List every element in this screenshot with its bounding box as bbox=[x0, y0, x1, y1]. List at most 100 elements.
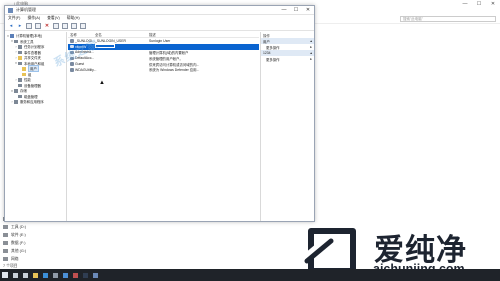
show-console-tree-icon[interactable] bbox=[26, 23, 32, 29]
store-icon[interactable] bbox=[50, 269, 60, 281]
delete-icon[interactable]: ✕ bbox=[44, 23, 50, 29]
submenu-arrow-icon: ▸ bbox=[310, 45, 312, 49]
tree-item-label: 服务和应用程序 bbox=[20, 100, 44, 105]
sidebar-item-label: 工具 (D:) bbox=[11, 224, 26, 229]
tree-item-label: 性能 bbox=[24, 78, 31, 83]
search-icon[interactable] bbox=[10, 269, 20, 281]
actions-section-title: 1234 bbox=[263, 51, 271, 55]
table-row[interactable]: WDAGUtility... 系统为 Windows Defender 应用... bbox=[68, 67, 259, 73]
tree-item-label: 系统工具 bbox=[20, 39, 34, 44]
cell-name-text: Guest bbox=[75, 62, 85, 67]
collapse-arrow-icon: ▴ bbox=[310, 39, 312, 43]
mouse-cursor-icon: ▲ bbox=[99, 80, 105, 86]
terminal-icon[interactable] bbox=[80, 269, 90, 281]
forward-arrow-icon[interactable]: ▸ bbox=[17, 23, 23, 29]
users-icon bbox=[18, 61, 22, 65]
tree-item-label: 组 bbox=[28, 72, 32, 77]
explorer-sidebar-item[interactable]: 其他 (G:) bbox=[0, 247, 70, 255]
mmc-icon[interactable] bbox=[90, 269, 100, 281]
drive-icon bbox=[3, 233, 8, 237]
explorer-sidebar-item[interactable]: 工具 (D:) bbox=[0, 223, 70, 231]
cell-description: 供来宾访问计算机或访问域的内... bbox=[149, 62, 200, 67]
cell-name-text: WDAGUtility... bbox=[75, 67, 97, 72]
mmc-minimize-button[interactable]: — bbox=[278, 6, 290, 15]
explorer-window-controls: — ☐ ✕ bbox=[458, 0, 500, 8]
tool-icon bbox=[14, 39, 18, 43]
computer-management-icon bbox=[8, 7, 13, 13]
explorer-icon[interactable] bbox=[30, 269, 40, 281]
help-icon[interactable] bbox=[71, 23, 77, 29]
user-icon bbox=[70, 39, 74, 43]
cell-description: 系统管理的用户帐户。 bbox=[149, 56, 183, 61]
cell-name: WDAGUtility... bbox=[68, 67, 97, 72]
tree-item-label: 计算机管理(本地) bbox=[16, 34, 42, 39]
properties-icon[interactable] bbox=[35, 23, 41, 29]
drive-icon bbox=[3, 257, 8, 261]
perf-icon bbox=[18, 78, 22, 82]
comp-icon bbox=[10, 34, 14, 38]
explorer-close-button[interactable]: ✕ bbox=[486, 0, 500, 8]
tree-item-label: 磁盘管理 bbox=[24, 94, 38, 99]
mail-icon[interactable] bbox=[60, 269, 70, 281]
explorer-sidebar-item[interactable]: 网络 bbox=[0, 255, 70, 263]
edge-icon[interactable] bbox=[40, 269, 50, 281]
tree-item[interactable]: › 服务和应用程序 bbox=[5, 99, 66, 105]
storage-icon bbox=[14, 89, 18, 93]
tree-item-label: 任务计划程序 bbox=[24, 45, 45, 50]
menu-view[interactable]: 查看(V) bbox=[47, 16, 60, 21]
folder-icon bbox=[22, 67, 26, 71]
folder-icon bbox=[22, 72, 26, 76]
explorer-minimize-button[interactable]: — bbox=[458, 0, 472, 8]
explorer-maximize-button[interactable]: ☐ bbox=[472, 0, 486, 8]
device-icon bbox=[18, 83, 22, 87]
explorer-sidebar-item[interactable]: 数据 (F:) bbox=[0, 239, 70, 247]
tree-item-label: 设备管理器 bbox=[24, 83, 41, 88]
menu-file[interactable]: 文件(F) bbox=[8, 16, 20, 21]
mmc-maximize-button[interactable]: ☐ bbox=[290, 6, 302, 15]
cell-fullname: _SUNLOGIN_USER bbox=[95, 38, 126, 43]
cell-description: Sunlogin User bbox=[149, 38, 171, 43]
sidebar-item-label: 网络 bbox=[11, 256, 19, 261]
tree-item-label: 存储 bbox=[20, 89, 27, 94]
actions-pane: 操作 用户 ▴ 更多操作 ▸ 1234 ▴ 更多操作 ▸ bbox=[260, 32, 314, 221]
taskbar bbox=[0, 269, 500, 281]
mmc-body: ▾ 计算机管理(本地) ▾ 系统工具 › 任务计划程序 › 事件查看器 › 共享文件夹 ▾ 本地用户和… bbox=[5, 32, 314, 221]
menu-action[interactable]: 操作(A) bbox=[27, 16, 40, 21]
back-arrow-icon[interactable]: ◂ bbox=[8, 23, 14, 29]
more-actions-label: 更多操作 bbox=[266, 45, 280, 50]
folder-icon bbox=[18, 56, 22, 60]
tree-item-label: 事件查看器 bbox=[24, 50, 41, 55]
submenu-arrow-icon: ▸ bbox=[310, 57, 312, 61]
column-header-description[interactable]: 描述 bbox=[149, 32, 257, 37]
column-header-fullname[interactable]: 全名 bbox=[95, 32, 149, 37]
service-icon bbox=[14, 100, 18, 104]
sidebar-item-label: 数据 (F:) bbox=[11, 240, 26, 245]
computer-management-window: 计算机管理 — ☐ ✕ 文件(F) 操作(A) 查看(V) 帮助(H) ◂ ▸ … bbox=[4, 5, 315, 222]
refresh-icon[interactable] bbox=[53, 23, 59, 29]
mmc-title: 计算机管理 bbox=[16, 7, 36, 12]
cell-fullname bbox=[95, 43, 149, 50]
drive-icon bbox=[3, 249, 8, 253]
clock-icon bbox=[18, 45, 22, 49]
menu-help[interactable]: 帮助(H) bbox=[67, 16, 80, 21]
drive-icon bbox=[3, 241, 8, 245]
media-icon[interactable] bbox=[70, 269, 80, 281]
mmc-menubar: 文件(F) 操作(A) 查看(V) 帮助(H) bbox=[5, 15, 314, 22]
cell-description: 管理计算机(域)的内置帐户 bbox=[149, 50, 189, 55]
more-actions-label: 更多操作 bbox=[266, 57, 280, 62]
mmc-window-controls: — ☐ ✕ bbox=[278, 6, 314, 15]
taskview-icon[interactable] bbox=[20, 269, 30, 281]
event-icon bbox=[18, 50, 22, 54]
export-list-icon[interactable] bbox=[62, 23, 68, 29]
pane-icon[interactable] bbox=[80, 23, 86, 29]
windows-icon[interactable] bbox=[0, 269, 10, 281]
cell-description: 系统为 Windows Defender 应用... bbox=[149, 68, 200, 73]
sidebar-item-label: 软件 (E:) bbox=[11, 232, 26, 237]
user-icon bbox=[70, 68, 74, 72]
explorer-sidebar-item[interactable]: 软件 (E:) bbox=[0, 231, 70, 239]
mmc-toolbar: ◂ ▸ ✕ bbox=[5, 22, 314, 31]
explorer-search-input[interactable]: 搜索"此电脑" bbox=[400, 16, 496, 22]
more-actions-item[interactable]: 更多操作 ▸ bbox=[261, 56, 314, 62]
mmc-close-button[interactable]: ✕ bbox=[302, 6, 314, 15]
sidebar-item-label: 其他 (G:) bbox=[11, 248, 27, 253]
